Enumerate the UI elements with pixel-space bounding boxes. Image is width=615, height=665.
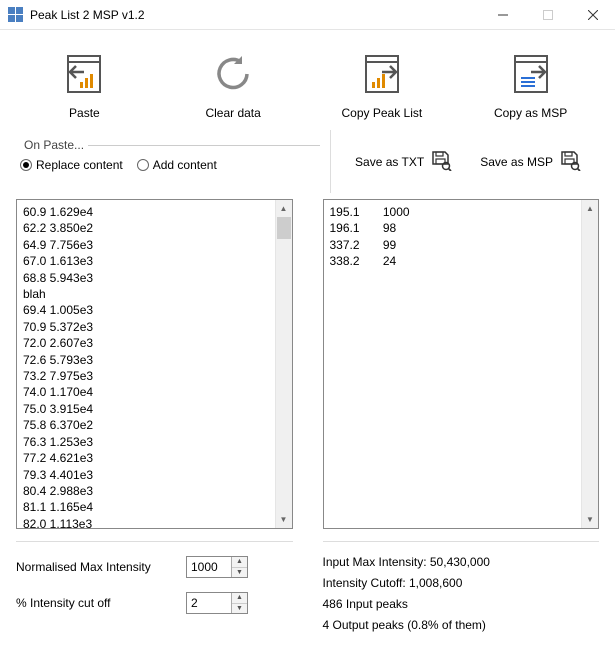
scroll-thumb[interactable] bbox=[277, 217, 291, 239]
close-button[interactable] bbox=[570, 0, 615, 30]
input-text[interactable]: 60.9 1.629e4 62.2 3.850e2 64.9 7.756e3 6… bbox=[17, 200, 275, 528]
spin-up-icon[interactable]: ▲ bbox=[232, 593, 247, 604]
stat-line: 486 Input peaks bbox=[323, 594, 600, 615]
copy-peak-button[interactable]: Copy Peak List bbox=[308, 50, 457, 120]
copy-msp-icon bbox=[509, 50, 553, 98]
save-icon bbox=[559, 149, 581, 174]
paste-button[interactable]: Paste bbox=[10, 50, 159, 120]
scroll-up-icon[interactable]: ▲ bbox=[276, 200, 292, 217]
norm-input[interactable] bbox=[187, 557, 231, 577]
save-icon bbox=[430, 149, 452, 174]
spin-down-icon[interactable]: ▼ bbox=[232, 568, 247, 578]
save-txt-label: Save as TXT bbox=[355, 155, 424, 169]
copy-peak-icon bbox=[360, 50, 404, 98]
stat-line: Input Max Intensity: 50,430,000 bbox=[323, 552, 600, 573]
norm-label: Normalised Max Intensity bbox=[16, 560, 176, 574]
bottom-row: Normalised Max Intensity ▲ ▼ % Intensity… bbox=[16, 541, 599, 636]
data-panels: 60.9 1.629e4 62.2 3.850e2 64.9 7.756e3 6… bbox=[16, 199, 599, 529]
save-msp-label: Save as MSP bbox=[480, 155, 553, 169]
scrollbar[interactable]: ▲ ▼ bbox=[275, 200, 292, 528]
cutoff-input[interactable] bbox=[187, 593, 231, 613]
scroll-track[interactable] bbox=[582, 217, 598, 511]
toolbar: Paste Clear data Copy Peak List bbox=[10, 50, 605, 120]
spin-up-icon[interactable]: ▲ bbox=[232, 557, 247, 568]
scroll-track[interactable] bbox=[276, 217, 292, 511]
stats-section: Input Max Intensity: 50,430,000 Intensit… bbox=[323, 541, 600, 636]
scroll-down-icon[interactable]: ▼ bbox=[582, 511, 598, 528]
radio-replace-label: Replace content bbox=[36, 158, 123, 172]
copy-msp-label: Copy as MSP bbox=[494, 106, 567, 120]
cutoff-label: % Intensity cut off bbox=[16, 596, 176, 610]
cutoff-spinner[interactable]: ▲ ▼ bbox=[186, 592, 248, 614]
output-text[interactable]: 195.1 1000 196.1 98 337.2 99 338.2 24 bbox=[324, 200, 582, 528]
scrollbar[interactable]: ▲ ▼ bbox=[581, 200, 598, 528]
radio-add[interactable]: Add content bbox=[137, 158, 217, 172]
norm-spinner[interactable]: ▲ ▼ bbox=[186, 556, 248, 578]
minimize-button[interactable] bbox=[480, 0, 525, 30]
radio-replace[interactable]: Replace content bbox=[20, 158, 123, 172]
clear-label: Clear data bbox=[205, 106, 260, 120]
paste-icon bbox=[62, 50, 106, 98]
save-msp-button[interactable]: Save as MSP bbox=[480, 149, 581, 174]
input-panel[interactable]: 60.9 1.629e4 62.2 3.850e2 64.9 7.756e3 6… bbox=[16, 199, 293, 529]
spin-down-icon[interactable]: ▼ bbox=[232, 604, 247, 614]
output-panel[interactable]: 195.1 1000 196.1 98 337.2 99 338.2 24 ▲ … bbox=[323, 199, 600, 529]
copy-msp-button[interactable]: Copy as MSP bbox=[456, 50, 605, 120]
maximize-button[interactable] bbox=[525, 0, 570, 30]
app-icon bbox=[8, 7, 24, 23]
mid-row: On Paste... Replace content Add content … bbox=[10, 130, 605, 193]
scroll-down-icon[interactable]: ▼ bbox=[276, 511, 292, 528]
radio-add-label: Add content bbox=[153, 158, 217, 172]
on-paste-legend: On Paste... bbox=[20, 138, 88, 152]
refresh-icon bbox=[211, 50, 255, 98]
on-paste-group: On Paste... Replace content Add content bbox=[20, 138, 320, 172]
radio-checked-icon bbox=[20, 159, 32, 171]
titlebar: Peak List 2 MSP v1.2 bbox=[0, 0, 615, 30]
scroll-up-icon[interactable]: ▲ bbox=[582, 200, 598, 217]
radio-unchecked-icon bbox=[137, 159, 149, 171]
window-title: Peak List 2 MSP v1.2 bbox=[30, 8, 480, 22]
stat-line: 4 Output peaks (0.8% of them) bbox=[323, 615, 600, 636]
copy-peak-label: Copy Peak List bbox=[342, 106, 423, 120]
paste-label: Paste bbox=[69, 106, 100, 120]
save-txt-button[interactable]: Save as TXT bbox=[355, 149, 452, 174]
clear-button[interactable]: Clear data bbox=[159, 50, 308, 120]
controls-section: Normalised Max Intensity ▲ ▼ % Intensity… bbox=[16, 541, 293, 636]
stat-line: Intensity Cutoff: 1,008,600 bbox=[323, 573, 600, 594]
